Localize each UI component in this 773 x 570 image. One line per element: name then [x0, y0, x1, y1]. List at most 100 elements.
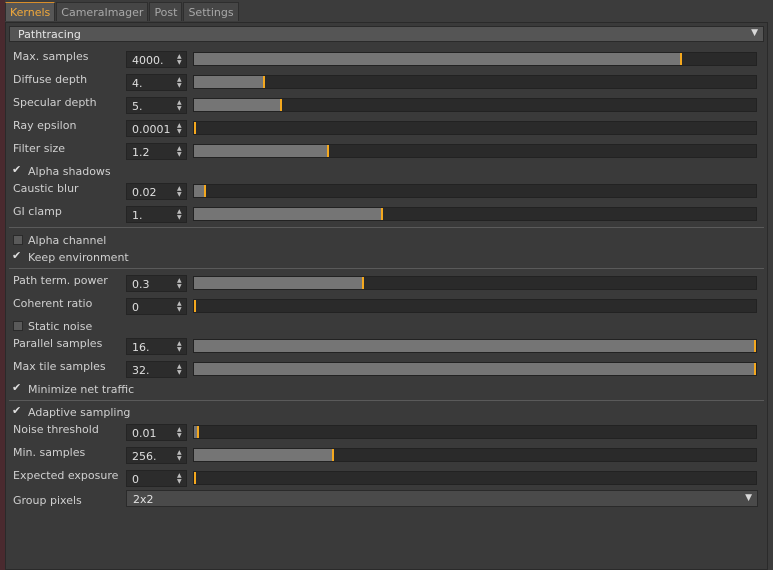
slider-handle[interactable]	[194, 122, 196, 134]
keep-environment-label: Keep environment	[28, 250, 129, 264]
spinner-arrows-icon[interactable]: ▲ ▼	[177, 207, 183, 222]
alpha-shadows-checkbox[interactable]: Alpha shadows	[12, 163, 111, 178]
tab-post[interactable]: Post	[149, 2, 183, 21]
noise-threshold-input[interactable]: 0.01 ▲ ▼	[126, 424, 187, 441]
slider-handle[interactable]	[362, 277, 364, 289]
parallel-samples-label: Parallel samples	[13, 337, 103, 350]
caustic-blur-value: 0.02	[132, 186, 157, 199]
parallel-samples-slider[interactable]	[193, 339, 757, 353]
checkbox-box[interactable]	[13, 321, 23, 331]
min-samples-slider[interactable]	[193, 448, 757, 462]
noise-threshold-slider[interactable]	[193, 425, 757, 439]
max-tile-samples-slider[interactable]	[193, 362, 757, 376]
minimize-net-traffic-checkbox[interactable]: Minimize net traffic	[12, 381, 134, 396]
slider-handle[interactable]	[280, 99, 282, 111]
filter-size-label: Filter size	[13, 142, 66, 155]
kernels-panel: Pathtracing ▼ Max. samples 4000. ▲ ▼ Diff…	[5, 22, 768, 570]
checkbox-box[interactable]	[12, 249, 23, 262]
spinner-arrows-icon[interactable]: ▲ ▼	[177, 98, 183, 113]
keep-environment-checkbox[interactable]: Keep environment	[12, 249, 129, 264]
checkbox-box[interactable]	[13, 235, 23, 245]
slider-fill	[194, 449, 332, 461]
spinner-arrows-icon[interactable]: ▲ ▼	[177, 52, 183, 67]
coherent-ratio-value: 0	[132, 301, 139, 314]
slider-handle[interactable]	[204, 185, 206, 197]
slider-handle[interactable]	[194, 472, 196, 484]
slider-handle[interactable]	[194, 300, 196, 312]
spinner-arrows-icon[interactable]: ▲ ▼	[177, 425, 183, 440]
checkbox-box[interactable]	[12, 404, 23, 417]
expected-exposure-input[interactable]: 0 ▲ ▼	[126, 470, 187, 487]
spinner-arrows-icon[interactable]: ▲ ▼	[177, 471, 183, 486]
static-noise-label: Static noise	[28, 319, 93, 333]
tab-settings[interactable]: Settings	[183, 2, 239, 21]
ray-epsilon-input[interactable]: 0.0001 ▲ ▼	[126, 120, 187, 137]
noise-threshold-label: Noise threshold	[13, 423, 99, 436]
specular-depth-slider[interactable]	[193, 98, 757, 112]
group-pixels-dropdown[interactable]: 2x2 ▼	[126, 490, 758, 507]
caustic-blur-input[interactable]: 0.02 ▲ ▼	[126, 183, 187, 200]
tab-kernels[interactable]: Kernels	[5, 2, 56, 21]
coherent-ratio-input[interactable]: 0 ▲ ▼	[126, 298, 187, 315]
spinner-arrows-icon[interactable]: ▲ ▼	[177, 75, 183, 90]
noise-threshold-value: 0.01	[132, 427, 157, 440]
coherent-ratio-slider[interactable]	[193, 299, 757, 313]
gi-clamp-slider[interactable]	[193, 207, 757, 221]
slider-fill	[194, 76, 263, 88]
diffuse-depth-slider[interactable]	[193, 75, 757, 89]
checkbox-box[interactable]	[12, 163, 23, 176]
path-term-power-slider[interactable]	[193, 276, 757, 290]
specular-depth-input[interactable]: 5. ▲ ▼	[126, 97, 187, 114]
slider-handle[interactable]	[754, 363, 756, 375]
spinner-arrows-icon[interactable]: ▲ ▼	[177, 276, 183, 291]
group-pixels-value: 2x2	[133, 493, 154, 506]
gi-clamp-value: 1.	[132, 209, 143, 222]
coherent-ratio-label: Coherent ratio	[13, 297, 93, 310]
slider-fill	[194, 363, 754, 375]
slider-handle[interactable]	[680, 53, 682, 65]
max-samples-input[interactable]: 4000. ▲ ▼	[126, 51, 187, 68]
spinner-arrows-icon[interactable]: ▲ ▼	[177, 339, 183, 354]
spinner-arrows-icon[interactable]: ▲ ▼	[177, 299, 183, 314]
spinner-arrows-icon[interactable]: ▲ ▼	[177, 184, 183, 199]
min-samples-input[interactable]: 256. ▲ ▼	[126, 447, 187, 464]
alpha-channel-checkbox[interactable]: Alpha channel	[13, 233, 106, 247]
spinner-arrows-icon[interactable]: ▲ ▼	[177, 362, 183, 377]
path-term-power-input[interactable]: 0.3 ▲ ▼	[126, 275, 187, 292]
max-tile-samples-input[interactable]: 32. ▲ ▼	[126, 361, 187, 378]
caustic-blur-slider[interactable]	[193, 184, 757, 198]
slider-handle[interactable]	[754, 340, 756, 352]
parallel-samples-input[interactable]: 16. ▲ ▼	[126, 338, 187, 355]
spinner-arrows-icon[interactable]: ▲ ▼	[177, 144, 183, 159]
spinner-arrows-icon[interactable]: ▲ ▼	[177, 448, 183, 463]
slider-handle[interactable]	[332, 449, 334, 461]
static-noise-checkbox[interactable]: Static noise	[13, 319, 92, 333]
adaptive-sampling-checkbox[interactable]: Adaptive sampling	[12, 404, 130, 419]
tab-cameraimager[interactable]: CameraImager	[56, 2, 149, 21]
expected-exposure-slider[interactable]	[193, 471, 757, 485]
ray-epsilon-value: 0.0001	[132, 123, 171, 136]
slider-handle[interactable]	[263, 76, 265, 88]
group-pixels-label: Group pixels	[13, 494, 82, 507]
kernel-type-dropdown[interactable]: Pathtracing ▼	[9, 26, 764, 42]
gi-clamp-input[interactable]: 1. ▲ ▼	[126, 206, 187, 223]
filter-size-input[interactable]: 1.2 ▲ ▼	[126, 143, 187, 160]
diffuse-depth-input[interactable]: 4. ▲ ▼	[126, 74, 187, 91]
slider-handle[interactable]	[197, 426, 199, 438]
min-samples-value: 256.	[132, 450, 157, 463]
slider-handle[interactable]	[327, 145, 329, 157]
max-tile-samples-label: Max tile samples	[13, 360, 106, 373]
slider-handle[interactable]	[381, 208, 383, 220]
expected-exposure-label: Expected exposure	[13, 469, 119, 482]
slider-fill	[194, 340, 754, 352]
diffuse-depth-label: Diffuse depth	[13, 73, 88, 86]
chevron-down-icon: ▼	[745, 493, 752, 503]
ray-epsilon-slider[interactable]	[193, 121, 757, 135]
filter-size-slider[interactable]	[193, 144, 757, 158]
spinner-arrows-icon[interactable]: ▲ ▼	[177, 121, 183, 136]
checkbox-box[interactable]	[12, 381, 23, 394]
ray-epsilon-label: Ray epsilon	[13, 119, 77, 132]
gi-clamp-label: GI clamp	[13, 205, 62, 218]
alpha-shadows-label: Alpha shadows	[28, 164, 111, 178]
max-samples-slider[interactable]	[193, 52, 757, 66]
